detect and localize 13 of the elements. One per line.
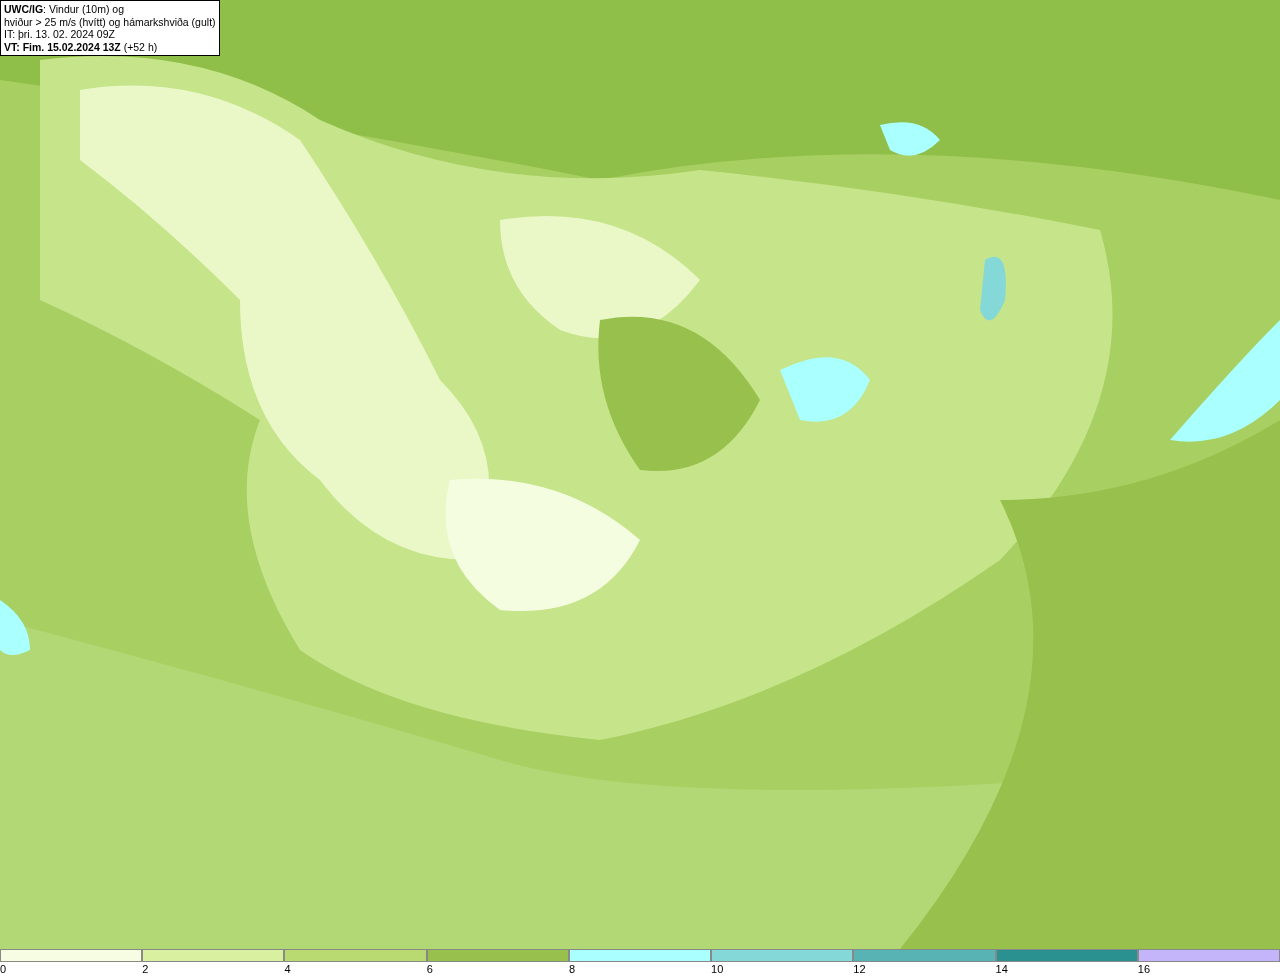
legend-label: 12 — [853, 962, 866, 976]
title-line: VT: Fim. 15.02.2024 13Z (+52 h) — [4, 40, 159, 53]
title-line: IT: þri. 13. 02. 2024 09Z — [4, 28, 116, 41]
legend-label: 14 — [995, 962, 1008, 976]
legend-label: 10 — [711, 962, 724, 976]
legend-label: 6 — [426, 962, 433, 976]
legend-label: 2 — [142, 962, 149, 976]
legend-label: 4 — [284, 962, 291, 976]
legend-label: 16 — [1137, 962, 1150, 976]
legend-label: 0 — [0, 962, 7, 976]
title-line: hviður > 25 m/s (hvítt) og hámarkshviða (gult) — [4, 15, 216, 28]
title-line: UWC/IG: Vindur (10m) og — [4, 3, 125, 16]
legend-label: 8 — [568, 962, 575, 976]
